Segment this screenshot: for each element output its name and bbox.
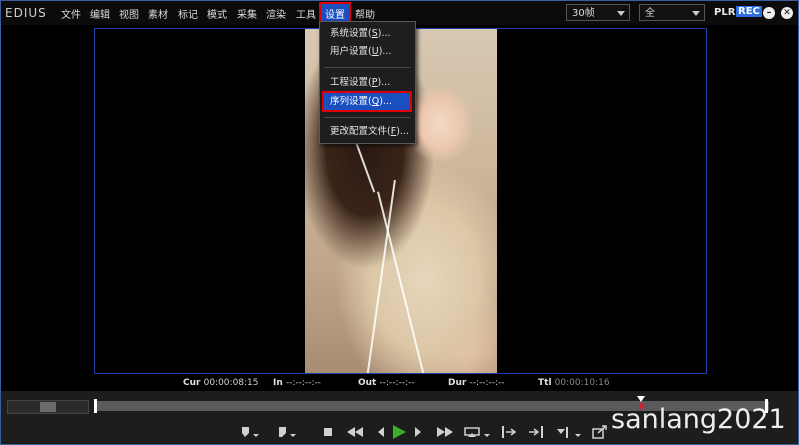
set-in-button[interactable] — [239, 425, 261, 439]
playhead-marker[interactable] — [636, 396, 645, 402]
play-icon — [393, 425, 406, 439]
rewind-icon — [347, 427, 363, 437]
settings-dropdown-menu: 系统设置(S)... 用户设置(U)... 工程设置(P)... 序列设置(Q)… — [319, 21, 416, 144]
jump-in-icon — [502, 426, 517, 438]
timecode-cur: Cur 00:00:08:15 — [183, 378, 259, 388]
step-forward-button[interactable] — [411, 425, 425, 439]
step-back-icon — [378, 427, 384, 437]
fast-forward-button[interactable] — [435, 425, 455, 439]
rewind-button[interactable] — [345, 425, 365, 439]
view-value: 全 — [645, 8, 655, 19]
menu-item-suffix: )... — [377, 28, 391, 39]
loop-icon — [464, 427, 490, 437]
menu-file[interactable]: 文件 — [61, 6, 81, 21]
mark-button[interactable] — [555, 425, 583, 439]
stop-icon — [324, 428, 332, 436]
rec-label[interactable]: REC — [736, 6, 762, 17]
play-button[interactable] — [390, 425, 408, 439]
cur-label: Cur — [183, 378, 201, 388]
minimize-button[interactable]: – — [763, 7, 775, 19]
jump-in-button[interactable] — [499, 425, 519, 439]
step-back-button[interactable] — [374, 425, 388, 439]
menu-mode[interactable]: 模式 — [207, 6, 227, 21]
export-button[interactable] — [591, 425, 609, 439]
menu-marker[interactable]: 标记 — [178, 6, 198, 21]
menu-item-label: 用户设置( — [330, 46, 372, 57]
set-out-button[interactable] — [276, 425, 298, 439]
watermark-text: sanlang2021 — [611, 404, 786, 435]
mark-icon — [557, 427, 581, 438]
menu-render[interactable]: 渲染 — [266, 6, 286, 21]
menu-item-user-settings[interactable]: 用户设置(U)... — [324, 43, 410, 60]
menu-item-label: 序列设置( — [330, 96, 372, 107]
menu-clip[interactable]: 素材 — [148, 6, 168, 21]
menu-item-project-settings[interactable]: 工程设置(P)... — [324, 74, 410, 91]
timecode-in: In --:--:--:-- — [273, 378, 321, 388]
timecode-out: Out --:--:--:-- — [358, 378, 415, 388]
menu-separator — [324, 117, 410, 118]
shuttle-slider[interactable] — [7, 400, 89, 414]
menu-item-sequence-settings[interactable]: 序列设置(Q)... — [322, 91, 412, 112]
menu-item-label: 系统设置( — [330, 28, 372, 39]
menu-item-label: 更改配置文件( — [330, 126, 391, 137]
dur-label: Dur — [448, 378, 467, 388]
chevron-down-icon — [617, 11, 625, 16]
menu-item-change-profile[interactable]: 更改配置文件(F)... — [324, 123, 410, 140]
earphone-cord — [352, 135, 376, 193]
ttl-value: 00:00:10:16 — [554, 378, 610, 388]
menu-edit[interactable]: 编辑 — [90, 6, 110, 21]
earphone-cord — [377, 191, 425, 373]
menu-item-suffix: )... — [377, 77, 391, 88]
menu-tools[interactable]: 工具 — [296, 6, 316, 21]
out-value: --:--:--:-- — [379, 378, 415, 388]
framerate-select[interactable]: 30帧 — [566, 4, 630, 21]
chevron-down-icon — [692, 11, 700, 16]
fast-forward-icon — [437, 427, 453, 437]
loop-button[interactable] — [463, 425, 491, 439]
menu-item-system-settings[interactable]: 系统设置(S)... — [324, 25, 410, 42]
menu-item-suffix: )... — [379, 96, 392, 107]
menu-item-label: 工程设置( — [330, 77, 372, 88]
timecode-dur: Dur --:--:--:-- — [448, 378, 505, 388]
timecode-ttl: Ttl 00:00:10:16 — [538, 378, 610, 388]
dur-value: --:--:--:-- — [469, 378, 505, 388]
menu-separator — [324, 67, 410, 68]
menu-item-suffix: )... — [396, 126, 409, 137]
set-out-icon — [279, 427, 296, 437]
view-select[interactable]: 全 — [639, 4, 705, 21]
out-label: Out — [358, 378, 377, 388]
in-value: --:--:--:-- — [285, 378, 321, 388]
jump-out-button[interactable] — [527, 425, 547, 439]
app-logo: EDIUS — [5, 6, 47, 20]
edius-window: EDIUS 文件 编辑 视图 素材 标记 模式 采集 渲染 工具 设置 帮助 3… — [0, 0, 799, 445]
stop-button[interactable] — [321, 425, 335, 439]
menu-view[interactable]: 视图 — [119, 6, 139, 21]
set-in-icon — [242, 427, 259, 437]
step-forward-icon — [415, 427, 421, 437]
close-button[interactable]: ✕ — [781, 7, 793, 19]
export-icon — [592, 425, 607, 439]
menu-item-suffix: )... — [378, 46, 392, 57]
jump-out-icon — [529, 426, 543, 438]
track-start-marker — [94, 399, 97, 413]
menu-item-accesskey: U — [371, 46, 379, 57]
framerate-value: 30帧 — [572, 8, 595, 19]
in-label: In — [273, 378, 283, 388]
cur-value: 00:00:08:15 — [203, 378, 259, 388]
plr-label[interactable]: PLR — [714, 7, 735, 18]
shuttle-knob[interactable] — [40, 402, 56, 412]
menu-capture[interactable]: 采集 — [237, 6, 257, 21]
ttl-label: Ttl — [538, 378, 552, 388]
menu-help[interactable]: 帮助 — [355, 6, 375, 21]
